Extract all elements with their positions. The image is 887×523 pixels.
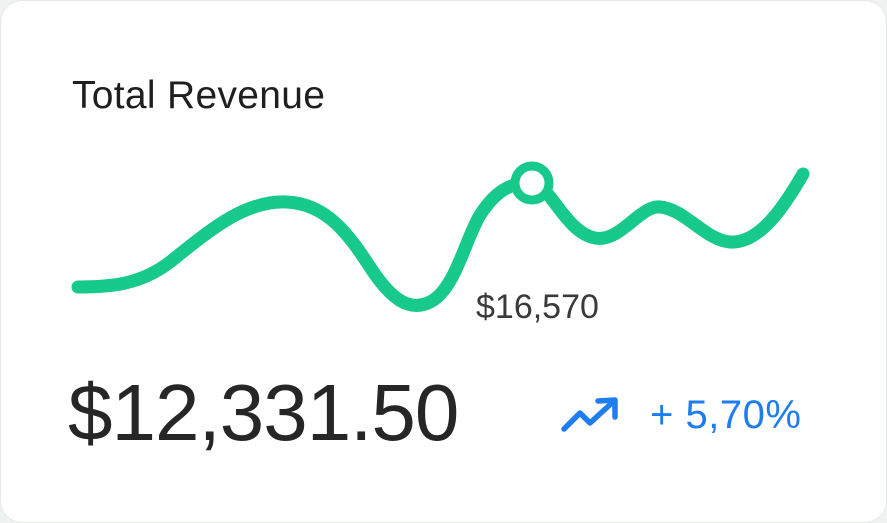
revenue-change-percent: + 5,70% xyxy=(650,393,802,437)
revenue-change: + 5,70% xyxy=(560,388,801,442)
highlight-point-marker[interactable] xyxy=(510,161,554,205)
trend-up-icon xyxy=(561,397,618,432)
sparkline-series-line xyxy=(71,167,810,312)
highlight-point-label: $16,570 xyxy=(476,288,599,326)
total-revenue-card: Total Revenue $16,570 $12,331.50 + 5,70% xyxy=(0,0,887,523)
total-revenue-value: $12,331.50 xyxy=(68,368,459,457)
